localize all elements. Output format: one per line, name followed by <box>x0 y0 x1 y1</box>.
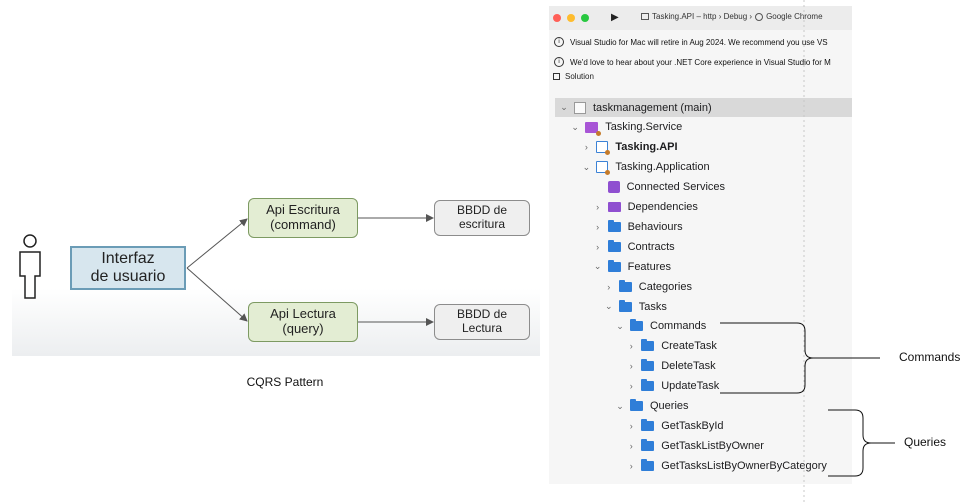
commands-brace <box>720 322 880 394</box>
queries-brace <box>828 409 895 477</box>
commands-annotation: Commands <box>899 350 961 364</box>
queries-annotation: Queries <box>904 435 947 449</box>
annotation-braces <box>720 0 895 504</box>
